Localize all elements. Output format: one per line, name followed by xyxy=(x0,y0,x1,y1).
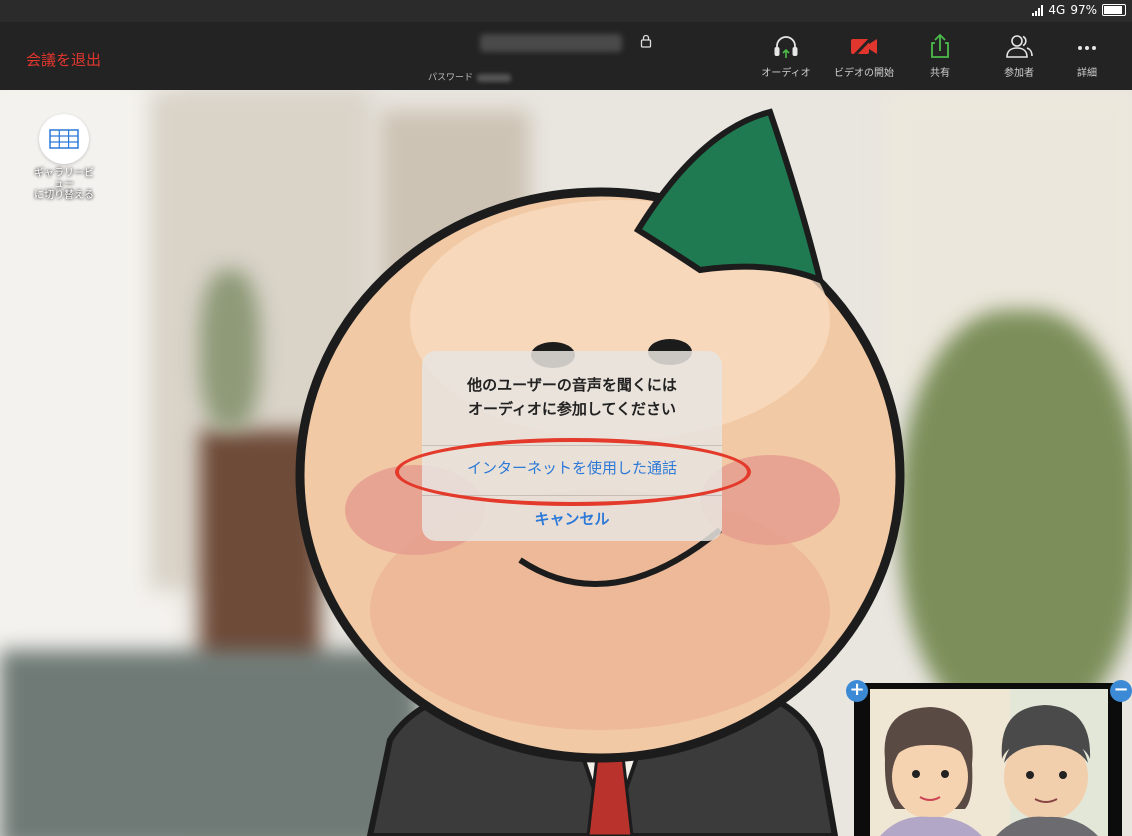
password-redacted xyxy=(477,73,512,82)
gallery-view-label: ギャラリービ ュー に切り替える xyxy=(34,168,94,201)
participants-label: 参加者 xyxy=(1004,68,1034,79)
meeting-toolbar: 会議を退出 パスワード オーディオ ビデオの開始 共有 参加者 詳細 xyxy=(0,22,1132,90)
network-type: 4G xyxy=(1048,3,1066,17)
share-button[interactable]: 共有 xyxy=(917,32,963,79)
audio-label: オーディオ xyxy=(761,68,811,79)
password-label: パスワード xyxy=(428,73,474,83)
battery-percent: 97% xyxy=(1070,3,1097,17)
more-label: 詳細 xyxy=(1077,68,1097,79)
participants-illustration xyxy=(870,689,1108,836)
share-label: 共有 xyxy=(930,68,950,79)
headphones-icon xyxy=(774,36,798,58)
participants-icon xyxy=(1006,35,1033,58)
password-info: パスワード xyxy=(428,70,512,83)
start-video-label: ビデオの開始 xyxy=(834,68,894,79)
gallery-view-button[interactable]: ギャラリービ ュー に切り替える xyxy=(14,114,114,201)
grid-icon xyxy=(39,114,89,164)
more-button[interactable]: 詳細 xyxy=(1064,32,1110,79)
leave-meeting-button[interactable]: 会議を退出 xyxy=(26,49,101,70)
self-view-thumbnail[interactable] xyxy=(854,683,1122,836)
video-off-icon xyxy=(851,33,877,59)
lock-icon[interactable] xyxy=(640,33,652,52)
highlight-annotation xyxy=(395,438,751,506)
cancel-button[interactable]: キャンセル xyxy=(422,508,722,529)
start-video-button[interactable]: ビデオの開始 xyxy=(826,32,902,79)
participants-button[interactable]: 参加者 xyxy=(994,32,1044,79)
meeting-id-redacted xyxy=(480,33,623,52)
audio-button[interactable]: オーディオ xyxy=(758,32,814,79)
expand-thumbnail-button[interactable]: + xyxy=(846,680,868,702)
participant-video xyxy=(870,689,1108,836)
more-icon xyxy=(1078,46,1096,50)
battery-icon xyxy=(1102,4,1126,16)
dialog-title: 他のユーザーの音声を聞くには オーディオに参加してください xyxy=(467,376,677,418)
status-bar: 4G 97% xyxy=(0,0,1132,22)
share-icon xyxy=(931,33,949,58)
signal-icon xyxy=(1032,4,1044,16)
collapse-thumbnail-button[interactable]: − xyxy=(1110,680,1132,702)
